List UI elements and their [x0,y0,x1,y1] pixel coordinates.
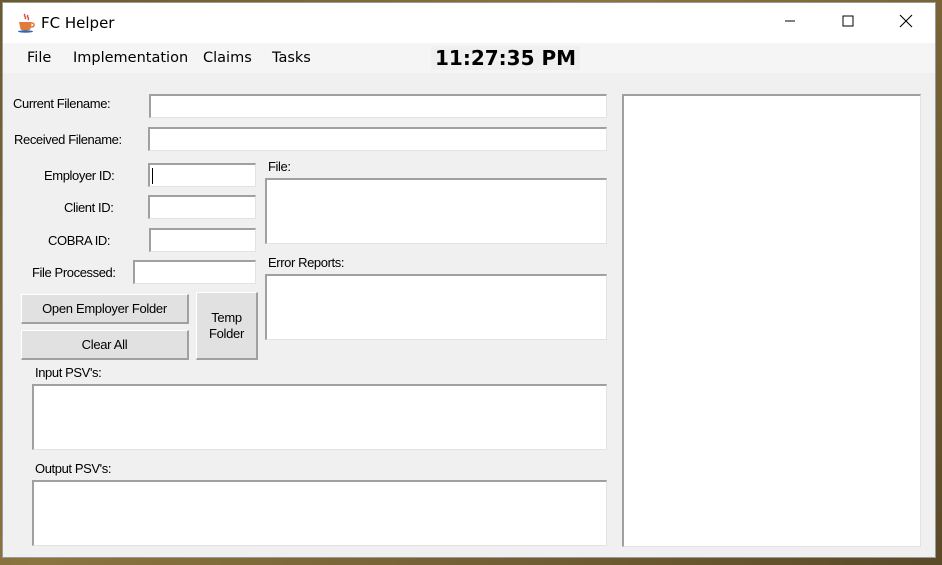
close-icon [899,14,913,33]
cobra-id-label: COBRA ID: [48,233,111,248]
cobra-id-field[interactable] [149,228,256,252]
file-label: File: [268,159,291,174]
app-window: FC Helper File Implementation Claims Tas… [2,2,936,558]
file-processed-label: File Processed: [32,265,116,280]
employer-id-field[interactable] [148,163,256,187]
java-cup-icon [17,13,35,33]
output-psvs-box[interactable] [32,480,607,546]
close-button[interactable] [877,3,935,43]
received-filename-label: Received Filename: [14,132,122,147]
open-employer-folder-label: Open Employer Folder [42,300,167,316]
temp-folder-label-line2: Folder [208,325,245,341]
temp-folder-label-line1: Temp [211,309,242,325]
maximize-button[interactable] [819,3,877,43]
file-processed-field[interactable] [133,260,256,284]
client-id-field[interactable] [148,195,256,219]
window-title: FC Helper [41,14,115,32]
current-filename-field[interactable] [149,94,607,118]
clock-display: 11:27:35 PM [431,46,581,70]
temp-folder-button[interactable]: Temp Folder [196,292,258,360]
log-output-panel[interactable] [622,94,921,547]
menu-tasks[interactable]: Tasks [272,50,311,66]
file-list-box[interactable] [265,178,607,244]
maximize-icon [842,14,854,32]
title-bar[interactable]: FC Helper [3,3,935,43]
error-reports-label: Error Reports: [268,255,345,270]
minimize-icon [784,14,796,32]
minimize-button[interactable] [761,3,819,43]
menu-file[interactable]: File [27,50,51,66]
menu-implementation[interactable]: Implementation [73,50,188,66]
current-filename-label: Current Filename: [13,96,111,111]
employer-id-label: Employer ID: [44,168,115,183]
clear-all-button[interactable]: Clear All [21,330,189,360]
menu-claims[interactable]: Claims [203,50,252,66]
client-id-label: Client ID: [64,200,114,215]
input-psvs-label: Input PSV's: [35,365,102,380]
input-psvs-box[interactable] [32,384,607,450]
open-employer-folder-button[interactable]: Open Employer Folder [21,294,189,324]
output-psvs-label: Output PSV's: [35,461,112,476]
clear-all-label: Clear All [81,336,128,352]
received-filename-field[interactable] [148,127,607,151]
text-caret [152,168,153,184]
menu-bar: File Implementation Claims Tasks 11:27:3… [3,43,935,73]
error-reports-box[interactable] [265,274,607,340]
